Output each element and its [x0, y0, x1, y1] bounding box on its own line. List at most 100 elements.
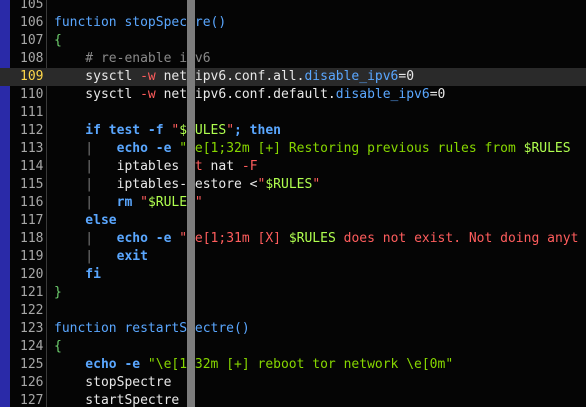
code-token: "	[194, 195, 203, 210]
code-token: {	[54, 33, 62, 48]
code-token: "	[226, 123, 235, 138]
code-token: =0	[398, 69, 415, 84]
code-token: "\e[1;32m [+] Restoring previous rules f…	[179, 141, 524, 156]
code-token: =0	[429, 87, 446, 102]
line-text[interactable]: {	[54, 338, 62, 356]
code-token: "\e[1;31m [X]	[179, 231, 289, 246]
code-token: -w	[140, 87, 156, 102]
code-token: sysctl	[54, 69, 141, 84]
line-number: 116	[20, 195, 44, 210]
code-line[interactable]: 113 | echo -e "\e[1;32m [+] Restoring pr…	[0, 140, 586, 158]
code-token: net.ipv6.conf.default.	[155, 87, 336, 102]
code-line[interactable]: 119 | exit	[0, 248, 586, 266]
code-token: }	[54, 285, 62, 300]
line-number: 120	[20, 267, 44, 282]
line-text[interactable]: | iptables -t nat -F	[54, 158, 258, 176]
line-number: 110	[20, 87, 44, 102]
code-line[interactable]: 111	[0, 104, 586, 122]
code-token: echo -e	[116, 231, 180, 246]
line-number: 115	[20, 177, 44, 192]
line-number: 112	[20, 123, 44, 138]
code-token: |	[54, 231, 117, 246]
code-token: |	[54, 141, 117, 156]
code-token: stopSpectre	[54, 375, 172, 390]
code-line[interactable]: 115 | iptables-restore <"$RULES"	[0, 176, 586, 194]
line-number: 113	[20, 141, 44, 156]
line-number: 109	[20, 69, 44, 84]
code-token: {	[54, 339, 62, 354]
line-number: 111	[20, 105, 44, 120]
code-line[interactable]: 114 | iptables -t nat -F	[0, 158, 586, 176]
code-line[interactable]: 120 fi	[0, 266, 586, 284]
line-number: 106	[20, 15, 44, 30]
color-column-bar	[187, 0, 195, 407]
code-token: function stopSpectre()	[54, 15, 227, 30]
code-line[interactable]: 118 | echo -e "\e[1;31m [X] $RULES does …	[0, 230, 586, 248]
code-token: |	[54, 249, 117, 264]
code-line[interactable]: 116 | rm "$RULES"	[0, 194, 586, 212]
code-line[interactable]: 125 echo -e "\e[1;32m [+] reboot tor net…	[0, 356, 586, 374]
line-text[interactable]: | exit	[54, 248, 148, 266]
code-token: does not exist. Not doing anyt	[335, 231, 579, 246]
code-line[interactable]: 117 else	[0, 212, 586, 230]
line-text[interactable]: fi	[54, 266, 101, 284]
code-token: else	[54, 213, 117, 228]
code-line[interactable]: 107 {	[0, 32, 586, 50]
line-text[interactable]: function stopSpectre()	[54, 14, 226, 32]
code-token: $RULES	[288, 231, 336, 246]
code-token: rm	[116, 195, 141, 210]
code-line[interactable]: 126 stopSpectre	[0, 374, 586, 392]
code-token: echo -e	[116, 141, 180, 156]
line-text[interactable]: }	[54, 284, 62, 302]
code-line[interactable]: 127 startSpectre	[0, 392, 586, 407]
code-token: nat	[202, 159, 242, 174]
line-text[interactable]: | echo -e "\e[1;32m [+] Restoring previo…	[54, 140, 571, 158]
code-token: disable_ipv6	[304, 69, 399, 84]
code-token: function restartSpectre()	[54, 321, 250, 336]
line-number: 119	[20, 249, 44, 264]
code-token: if test -f	[54, 123, 172, 138]
code-token: |	[54, 177, 117, 192]
line-text[interactable]: sysctl -w net.ipv6.conf.default.disable_…	[54, 86, 445, 104]
line-number: 107	[20, 33, 44, 48]
line-text[interactable]: stopSpectre	[54, 374, 171, 392]
line-text[interactable]: sysctl -w net.ipv6.conf.all.disable_ipv6…	[54, 68, 414, 86]
line-number: 117	[20, 213, 44, 228]
code-line[interactable]: 122	[0, 302, 586, 320]
line-number: 123	[20, 321, 44, 336]
code-editor[interactable]: 105 106 function stopSpectre() 107 {108 # re…	[0, 0, 586, 407]
line-text[interactable]: startSpectre	[54, 392, 179, 407]
code-line[interactable]: 123 function restartSpectre()	[0, 320, 586, 338]
code-token: "	[312, 177, 321, 192]
line-number: 122	[20, 303, 44, 318]
code-line[interactable]: 106 function stopSpectre()	[0, 14, 586, 32]
line-number: 105	[20, 0, 44, 12]
code-line[interactable]: 112 if test -f "$RULES"; then	[0, 122, 586, 140]
line-number: 125	[20, 357, 44, 372]
line-text[interactable]: if test -f "$RULES"; then	[54, 122, 281, 140]
line-text[interactable]: {	[54, 32, 62, 50]
code-line[interactable]: 105	[0, 0, 586, 14]
code-line[interactable]: 124 {	[0, 338, 586, 356]
code-token: fi	[54, 267, 101, 282]
line-number: 114	[20, 159, 44, 174]
code-token: -F	[241, 159, 258, 174]
code-token: $RULES	[523, 141, 571, 156]
line-number: 126	[20, 375, 44, 390]
line-text[interactable]: else	[54, 212, 117, 230]
code-line[interactable]: 121}	[0, 284, 586, 302]
line-text[interactable]: | echo -e "\e[1;31m [X] $RULES does not …	[54, 230, 578, 248]
code-token: "	[140, 195, 148, 210]
line-text[interactable]: echo -e "\e[1;32m [+] reboot tor network…	[54, 356, 453, 374]
code-token: exit	[116, 249, 148, 264]
code-token: ; then	[234, 123, 281, 138]
line-text[interactable]: | rm "$RULES"	[54, 194, 203, 212]
code-token: sysctl	[54, 87, 141, 102]
line-text[interactable]: function restartSpectre()	[54, 320, 250, 338]
code-token: $RULES	[265, 177, 313, 192]
code-token: -w	[140, 69, 156, 84]
code-token: iptables	[116, 159, 188, 174]
code-line[interactable]: 110 sysctl -w net.ipv6.conf.default.disa…	[0, 86, 586, 104]
code-line[interactable]: 108 # re-enable ipv6	[0, 50, 586, 68]
current-code-line[interactable]: 109 sysctl -w net.ipv6.conf.all.disable_…	[0, 68, 586, 86]
